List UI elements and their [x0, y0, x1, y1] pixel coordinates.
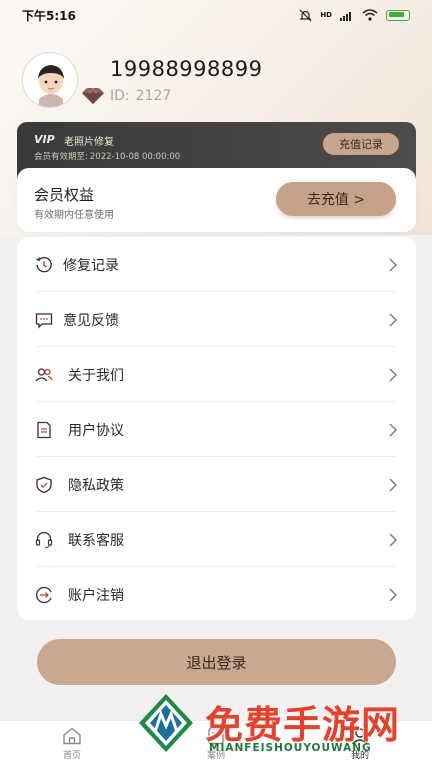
customer-service-icon	[34, 530, 54, 550]
menu-item-account-cancel[interactable]: 账户注销	[17, 567, 416, 622]
menu-list: 修复记录 意见反馈 关于我们 用户协议 隐私政策 联系客服 账户注销	[17, 237, 416, 620]
benefit-card: 会员权益 有效期内任意使用 去充值 >	[17, 168, 416, 232]
home-icon	[63, 727, 81, 745]
chevron-right-icon	[389, 423, 397, 436]
menu-item-label: 关于我们	[68, 367, 124, 384]
shield-icon	[34, 475, 54, 495]
status-icons: HD	[299, 9, 410, 22]
status-time: 下午5:16	[22, 8, 76, 23]
menu-item-label: 账户注销	[68, 587, 124, 604]
user-id-value: 2127	[135, 88, 172, 104]
user-phone: 19988998899	[110, 57, 263, 81]
document-icon	[34, 420, 54, 440]
watermark-logo-icon	[139, 694, 193, 752]
vip-logo: VIP	[34, 133, 55, 146]
status-bar: 下午5:16 HD	[0, 0, 432, 30]
menu-item-feedback[interactable]: 意见反馈	[17, 292, 416, 347]
network-type: HD	[320, 11, 332, 19]
mute-bell-icon	[299, 9, 312, 21]
wifi-icon	[362, 9, 378, 21]
go-recharge-button[interactable]: 去充值 >	[276, 182, 396, 216]
menu-item-label: 隐私政策	[68, 477, 124, 494]
vip-expire-date: 2022-10-08 00:00:00	[89, 152, 181, 162]
user-id: ID: 2127	[110, 88, 171, 104]
menu-item-repair-history[interactable]: 修复记录	[17, 237, 416, 292]
menu-item-customer-service[interactable]: 联系客服	[17, 512, 416, 567]
feedback-icon	[34, 310, 54, 330]
account-cancel-icon	[34, 585, 54, 605]
menu-item-user-agreement[interactable]: 用户协议	[17, 402, 416, 457]
menu-item-label: 修复记录	[63, 257, 119, 274]
avatar-boy-icon	[23, 53, 77, 107]
chevron-right-icon	[389, 588, 397, 601]
chevron-right-icon	[389, 258, 397, 271]
vip-title: 老照片修复	[64, 137, 114, 148]
watermark-subtext: MIANFEISHOUYOUWANG	[209, 742, 372, 754]
users-icon	[34, 365, 54, 385]
chevron-right-icon	[389, 313, 397, 326]
vip-expire-label: 会员有效期至:	[34, 152, 88, 162]
menu-item-label: 联系客服	[68, 532, 124, 549]
benefit-title: 会员权益	[34, 186, 95, 204]
user-id-prefix: ID:	[110, 88, 130, 104]
menu-item-label: 意见反馈	[63, 312, 119, 329]
menu-item-about-us[interactable]: 关于我们	[17, 347, 416, 402]
watermark: 免费手游网 MIANFEISHOUYOUWANG	[135, 692, 432, 768]
recharge-record-button[interactable]: 充值记录	[323, 133, 399, 155]
chevron-right-icon	[389, 368, 397, 381]
logout-button[interactable]: 退出登录	[37, 639, 396, 685]
watermark-text: 免费手游网	[205, 703, 401, 747]
menu-item-label: 用户协议	[68, 422, 124, 439]
signal-icon	[340, 11, 351, 21]
history-icon	[34, 255, 54, 275]
chevron-right-icon	[389, 478, 397, 491]
vip-expire: 会员有效期至: 2022-10-08 00:00:00	[34, 150, 180, 162]
menu-item-privacy-policy[interactable]: 隐私政策	[17, 457, 416, 512]
chevron-right-icon	[389, 533, 397, 546]
tab-home[interactable]: 首页	[42, 727, 102, 761]
avatar[interactable]	[22, 52, 78, 108]
battery-icon	[386, 9, 410, 21]
diamond-icon	[82, 87, 104, 104]
tab-label: 首页	[62, 751, 81, 761]
benefit-subtitle: 有效期内任意使用	[34, 210, 114, 221]
